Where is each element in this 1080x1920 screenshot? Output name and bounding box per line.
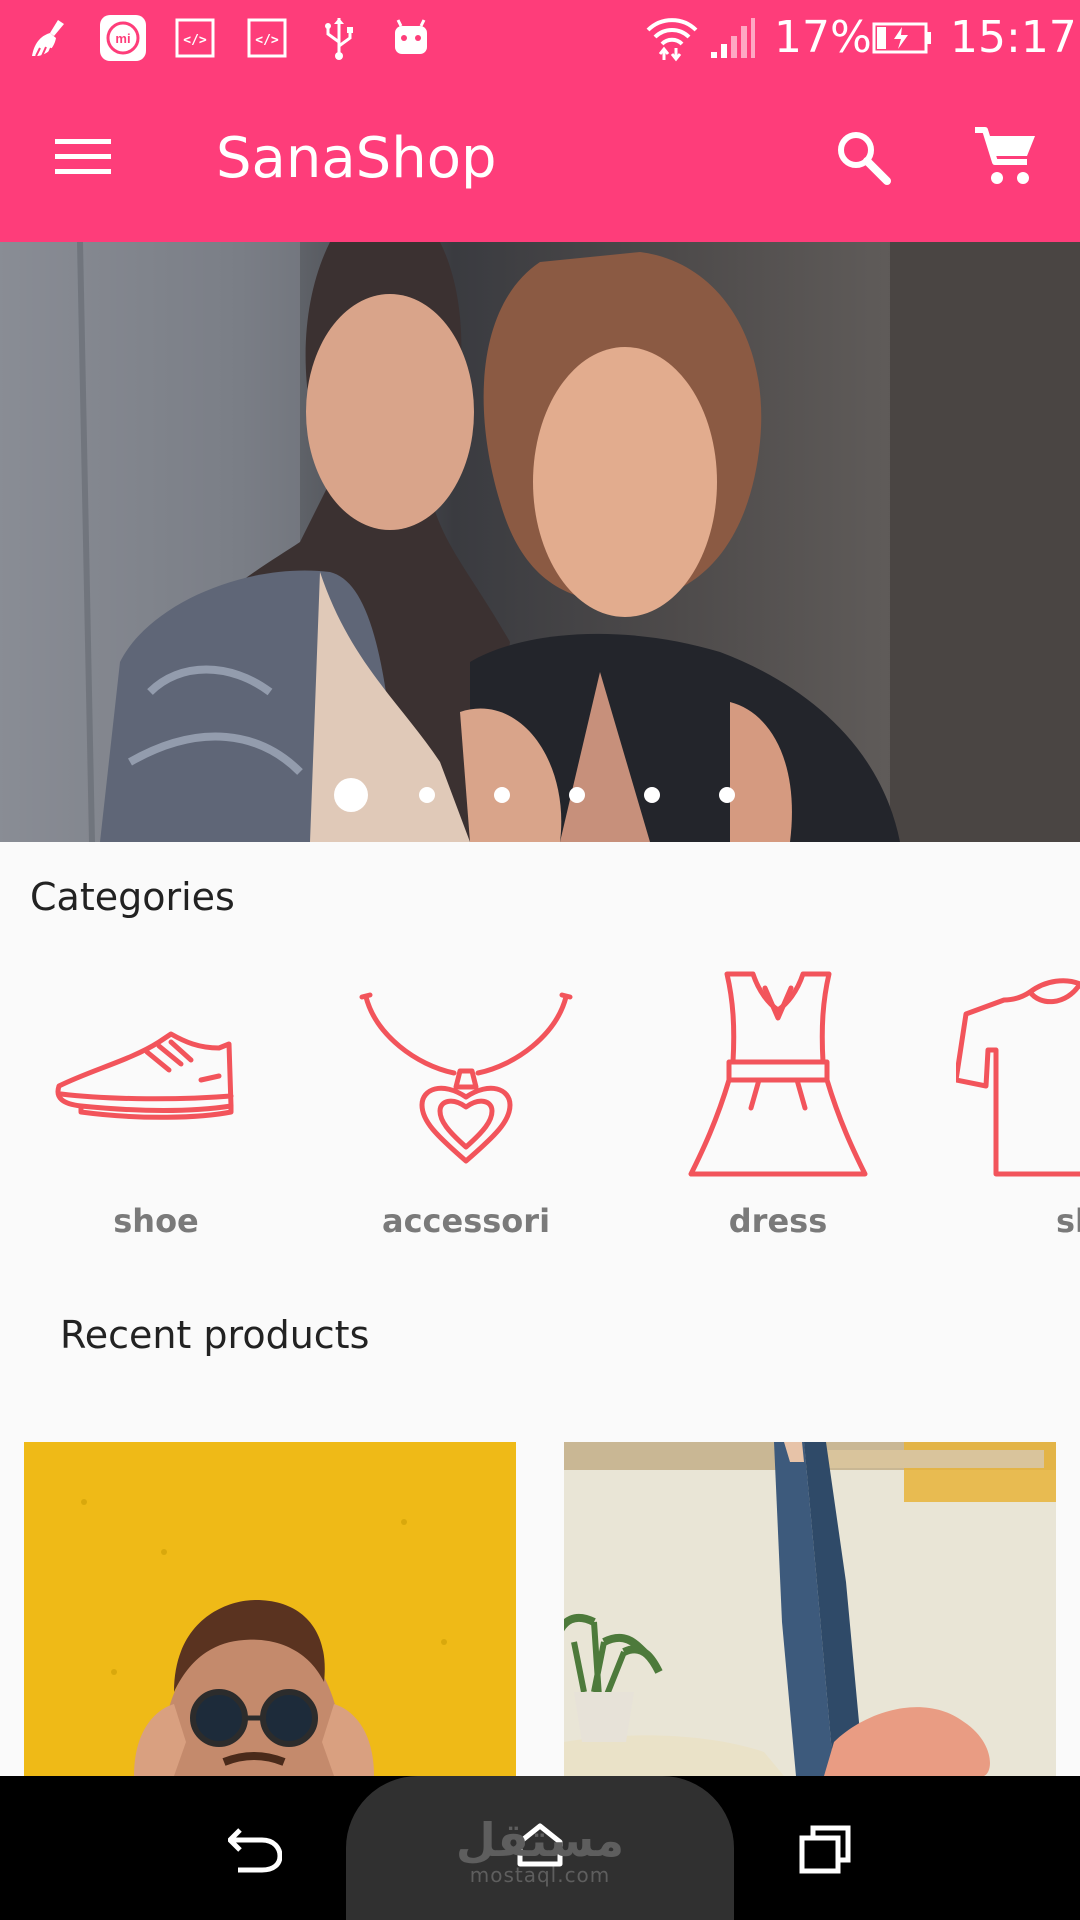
watermark-url: mostaql.com <box>469 1863 611 1887</box>
category-shirt[interactable]: sh <box>956 960 1080 1260</box>
categories-heading: Categories <box>30 875 235 919</box>
category-dress[interactable]: dress <box>648 960 908 1260</box>
carousel-dot[interactable] <box>644 787 660 803</box>
code-icon: </> <box>242 14 292 62</box>
android-icon <box>386 14 436 62</box>
signal-icon <box>708 14 758 62</box>
category-shoe[interactable]: shoe <box>26 960 286 1260</box>
shirt-icon <box>956 960 1080 1190</box>
recents-button[interactable] <box>780 1806 870 1896</box>
svg-text:</>: </> <box>183 33 207 48</box>
menu-icon <box>55 137 111 182</box>
search-icon <box>835 129 891 190</box>
carousel-dot[interactable] <box>419 787 435 803</box>
product-image <box>24 1442 516 1776</box>
product-card[interactable] <box>564 1442 1056 1776</box>
usb-icon <box>314 14 364 62</box>
product-card[interactable] <box>24 1442 516 1776</box>
recent-products-heading: Recent products <box>60 1313 370 1357</box>
cart-icon <box>973 126 1037 193</box>
carousel-indicator <box>0 778 1080 812</box>
banner-carousel[interactable] <box>0 242 1080 842</box>
product-image <box>564 1442 1056 1776</box>
category-label: shoe <box>113 1202 199 1240</box>
clock: 15:17 <box>950 12 1077 63</box>
category-label: accessori <box>381 1202 551 1240</box>
back-button[interactable] <box>200 1806 310 1896</box>
carousel-dot[interactable] <box>719 787 735 803</box>
app-bar: SanaShop <box>0 76 1080 242</box>
status-bar: mi </> </> 17% 15:17 <box>0 0 1080 76</box>
banner-image <box>0 242 1080 842</box>
cleaner-icon <box>26 14 76 62</box>
carousel-dot[interactable] <box>334 778 368 812</box>
category-label: sh <box>1056 1202 1080 1240</box>
carousel-dot[interactable] <box>569 787 585 803</box>
necklace-icon <box>336 960 596 1190</box>
watermark: مستقل mostaql.com <box>430 1816 650 1886</box>
code-icon: </> <box>170 14 220 62</box>
wifi-icon <box>644 14 700 62</box>
search-button[interactable] <box>818 114 908 204</box>
battery-percent: 17% <box>774 12 872 63</box>
category-accessori[interactable]: accessori <box>336 960 596 1260</box>
app-title: SanaShop <box>216 126 497 191</box>
cart-button[interactable] <box>960 114 1050 204</box>
recents-icon <box>799 1824 851 1879</box>
shoe-icon <box>26 960 286 1190</box>
battery-charging-icon <box>872 14 932 62</box>
carousel-dot[interactable] <box>494 787 510 803</box>
dress-icon <box>648 960 908 1190</box>
mi-icon: mi <box>98 14 148 62</box>
back-icon <box>227 1824 283 1879</box>
watermark-arabic: مستقل <box>455 1813 625 1867</box>
svg-text:</>: </> <box>255 33 279 48</box>
category-label: dress <box>728 1202 828 1240</box>
menu-button[interactable] <box>38 114 128 204</box>
svg-text:mi: mi <box>115 31 130 46</box>
